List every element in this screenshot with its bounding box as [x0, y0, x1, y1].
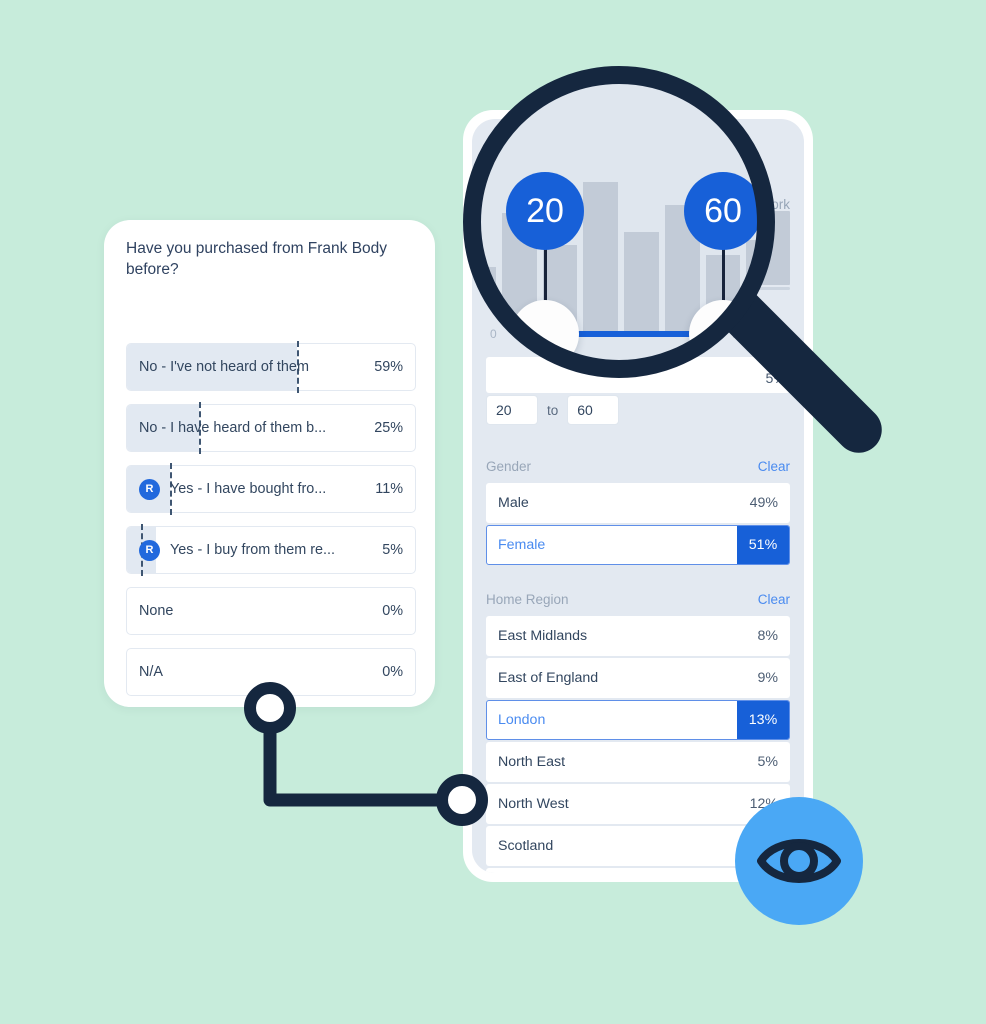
connector-path: [263, 701, 469, 807]
filter-option-label: East Midlands: [498, 628, 588, 644]
answer-bar-label: None: [139, 588, 173, 634]
answer-bar-label-text: None: [139, 603, 174, 619]
filter-option-percent: 13%: [737, 701, 789, 739]
connector-line: [244, 682, 488, 826]
age-slider-handle-min[interactable]: [532, 269, 573, 309]
answer-bar-percent: 25%: [374, 420, 403, 436]
age-range-to-label: to: [547, 402, 559, 418]
answer-bar-percent: 11%: [375, 481, 403, 497]
answer-bar-label-text: No - I've not heard of them: [139, 359, 309, 375]
filter-option-row[interactable]: North West 12%: [486, 784, 790, 824]
answer-bar-percent: 59%: [374, 359, 403, 375]
age-axis-tick: 20: [545, 315, 561, 330]
axis-tick-0: 0: [490, 327, 497, 341]
respondent-badge-icon: R: [139, 478, 160, 500]
histogram-bar: [640, 205, 675, 285]
filter-option-percent: 49%: [749, 495, 778, 511]
filter-option-percent: 51%: [737, 526, 789, 564]
gender-option-list: Male 49% Female 51%: [486, 483, 790, 567]
home-region-section-header: Home Region Clear: [486, 588, 790, 610]
answer-bar-list: No - I've not heard of them 59% No - I hav…: [126, 341, 416, 709]
filter-option-percent: 9%: [757, 670, 778, 686]
answer-bar-label-text: N/A: [139, 664, 163, 680]
gender-section-header: Gender Clear: [486, 455, 790, 477]
answer-bar-row[interactable]: R Yes - I have bought fro... 11%: [126, 463, 416, 515]
age-slider-range[interactable]: [552, 287, 730, 291]
histogram-bar: [486, 232, 521, 285]
histogram-bar: [601, 165, 636, 285]
question-card: Have you purchased from Frank Body befor…: [104, 220, 435, 707]
age-axis-tick: 30: [589, 315, 605, 330]
age-slider-bubble-max: 60: [701, 183, 758, 239]
axis-tick-10: 10: [522, 327, 536, 341]
age-axis-tick: 40: [633, 315, 649, 330]
connector-node-top: [244, 682, 296, 734]
age-slider-stem-max: [728, 239, 731, 273]
answer-bar-row[interactable]: No - I've not heard of them 59%: [126, 341, 416, 393]
answer-bar-row[interactable]: No - I have heard of them b... 25%: [126, 402, 416, 454]
age-to-input[interactable]: 60: [567, 395, 620, 425]
obscured-option-row: [486, 357, 790, 393]
answer-bar-percent: 5%: [382, 542, 403, 558]
answer-bar-label: R Yes - I buy from them re...: [139, 527, 335, 573]
axis-tick-90: 90: [732, 327, 746, 341]
filter-option-percent: 5%: [757, 754, 778, 770]
eye-badge[interactable]: [735, 797, 863, 925]
page-title: Have you purchased from Frank Body befor…: [126, 240, 388, 278]
answer-bar-label: N/A: [139, 649, 163, 695]
filter-option-label: Female: [498, 537, 546, 553]
filters-panel: ork Clear 20 60 2030405060 0 10: [472, 119, 804, 873]
filter-option-label: East of England: [498, 670, 599, 686]
filter-option-label: Male: [498, 495, 529, 511]
answer-bar-label: No - I have heard of them b...: [139, 405, 326, 451]
answer-bar-row[interactable]: R Yes - I buy from them re... 5%: [126, 524, 416, 576]
obscured-option-percent: 5%: [765, 371, 786, 387]
filters-panel-frame: ork Clear 20 60 2030405060 0 10: [463, 110, 813, 882]
age-from-input[interactable]: 20: [486, 395, 538, 425]
home-region-clear-link[interactable]: Clear: [758, 592, 790, 607]
filter-option-row[interactable]: East Midlands 8%: [486, 616, 790, 656]
age-slider-stem-min: [551, 239, 554, 273]
respondent-badge-icon: R: [139, 539, 160, 561]
age-slider-bubble-min: 20: [524, 183, 581, 239]
filter-option-row[interactable]: North East 5%: [486, 742, 790, 782]
filter-option-row[interactable]: London 13%: [486, 700, 790, 740]
filter-option-row[interactable]: East of England 9%: [486, 658, 790, 698]
filter-option-row[interactable]: Female 51%: [486, 525, 790, 565]
screenshot-stage: Have you purchased from Frank Body befor…: [0, 0, 986, 1024]
answer-bar-row[interactable]: None 0%: [126, 587, 416, 635]
age-slider-handle-max[interactable]: [709, 269, 750, 309]
answer-bar-percent: 0%: [382, 603, 403, 619]
gender-section-title: Gender: [486, 458, 532, 474]
filter-option-percent: 8%: [757, 628, 778, 644]
answer-bar-label-text: No - I have heard of them b...: [139, 420, 327, 436]
histogram-bar: [755, 211, 790, 285]
answer-bar-label-text: Yes - I have bought fro...: [170, 481, 327, 497]
answer-bar-label-text: Yes - I buy from them re...: [170, 542, 336, 558]
answer-bar-label: No - I've not heard of them: [139, 344, 309, 390]
connector-node-right: [436, 774, 488, 826]
filter-option-row[interactable]: Male 49%: [486, 483, 790, 523]
eye-icon: [757, 839, 841, 883]
home-region-section-title: Home Region: [486, 591, 569, 607]
answer-bar-label: R Yes - I have bought fro...: [139, 466, 326, 512]
gender-clear-link[interactable]: Clear: [758, 459, 790, 474]
age-axis-tick: 50: [677, 315, 693, 330]
age-range-inputs: 20 to 60: [486, 395, 620, 425]
